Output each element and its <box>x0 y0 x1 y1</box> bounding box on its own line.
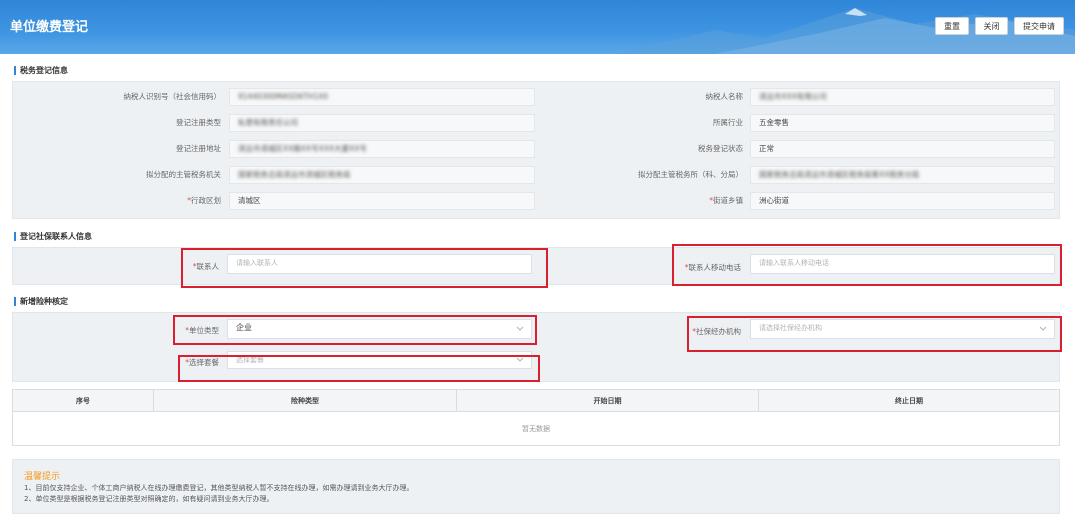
tips-title: 温馨提示 <box>24 472 61 482</box>
main-content: 税务登记信息 纳税人识别号（社会信用码） 91440300MA5D6TH1X0 … <box>0 54 1075 531</box>
tax-info-row: 登记注册地址 清远市清城区XX路XX号XXX大厦XX号 税务登记状态 正常 <box>13 137 1059 161</box>
field-label: 所属行业 <box>713 118 743 127</box>
field-label: 纳税人名称 <box>705 92 744 101</box>
field-label: 登记注册地址 <box>176 144 221 153</box>
section-title-tax-info: 税务登记信息 <box>14 66 68 75</box>
highlight-box-unit-type <box>173 315 537 345</box>
column-header: 开始日期 <box>457 390 759 412</box>
section-title-contact-info: 登记社保联系人信息 <box>14 232 92 241</box>
page-title: 单位缴费登记 <box>10 20 89 35</box>
registration-address-value: 清远市清城区XX路XX号XXX大厦XX号 <box>229 140 535 158</box>
tax-office-value: 国家税务总局清远市清城区税务局第XX税务分局 <box>750 166 1055 184</box>
taxpayer-id-value: 91440300MA5D6TH1X0 <box>229 88 535 106</box>
tax-info-row: 纳税人识别号（社会信用码） 91440300MA5D6TH1X0 纳税人名称 清… <box>13 85 1059 109</box>
registration-type-value: 私营有限责任公司 <box>229 114 535 132</box>
column-header: 序号 <box>13 390 154 412</box>
tax-info-row: *行政区划 清城区 *街道乡镇 洲心街道 <box>13 189 1059 213</box>
field-label: *行政区划 <box>187 196 221 205</box>
tip-line: 1、目前仅支持企业、个体工商户纳税人在线办理缴费登记，其他类型纳税人暂不支持在线… <box>24 484 414 492</box>
tips-panel: 温馨提示 1、目前仅支持企业、个体工商户纳税人在线办理缴费登记，其他类型纳税人暂… <box>12 459 1060 514</box>
field-label: *街道乡镇 <box>709 196 743 205</box>
table-header: 序号 险种类型 开始日期 终止日期 <box>13 390 1059 412</box>
tax-authority-value: 国家税务总局清远市清城区税务局 <box>229 166 535 184</box>
column-header: 终止日期 <box>895 397 923 405</box>
highlight-box-phone <box>672 244 1062 286</box>
reset-button[interactable]: 重置 <box>935 17 969 35</box>
column-header: 险种类型 <box>154 390 457 412</box>
field-label: 登记注册类型 <box>176 118 221 127</box>
industry-value: 五金零售 <box>750 114 1055 132</box>
section-title-insurance: 新增险种核定 <box>14 297 68 306</box>
tip-line: 2、单位类型是根据税务登记注册类型对照确定的，如有疑问请到业务大厅办理。 <box>24 495 274 503</box>
tax-info-row: 登记注册类型 私营有限责任公司 所属行业 五金零售 <box>13 111 1059 135</box>
highlight-box-package <box>178 355 540 382</box>
highlight-box-agency <box>687 316 1062 352</box>
field-label: 拟分配的主管税务机关 <box>146 170 221 179</box>
registration-status-value: 正常 <box>750 140 1055 158</box>
close-button[interactable]: 关闭 <box>975 17 1008 35</box>
field-label: 纳税人识别号（社会信用码） <box>123 92 222 101</box>
taxpayer-name-value: 清远市XXX有限公司 <box>750 88 1055 106</box>
insurance-table: 序号 险种类型 开始日期 终止日期 暂无数据 <box>12 389 1060 446</box>
field-label: 拟分配主管税务所（科、分局） <box>638 170 743 179</box>
page-header: 单位缴费登记 重置 关闭 提交申请 <box>0 0 1075 54</box>
empty-table-message: 暂无数据 <box>522 425 550 433</box>
field-label: 税务登记状态 <box>698 144 743 153</box>
submit-application-button[interactable]: 提交申请 <box>1014 17 1064 35</box>
highlight-box-contact <box>181 248 548 288</box>
district-value: 清城区 <box>229 192 535 210</box>
tax-info-row: 拟分配的主管税务机关 国家税务总局清远市清城区税务局 拟分配主管税务所（科、分局… <box>13 163 1059 187</box>
tax-info-grid: 纳税人识别号（社会信用码） 91440300MA5D6TH1X0 纳税人名称 清… <box>12 81 1060 219</box>
street-town-value: 洲心街道 <box>750 192 1055 210</box>
